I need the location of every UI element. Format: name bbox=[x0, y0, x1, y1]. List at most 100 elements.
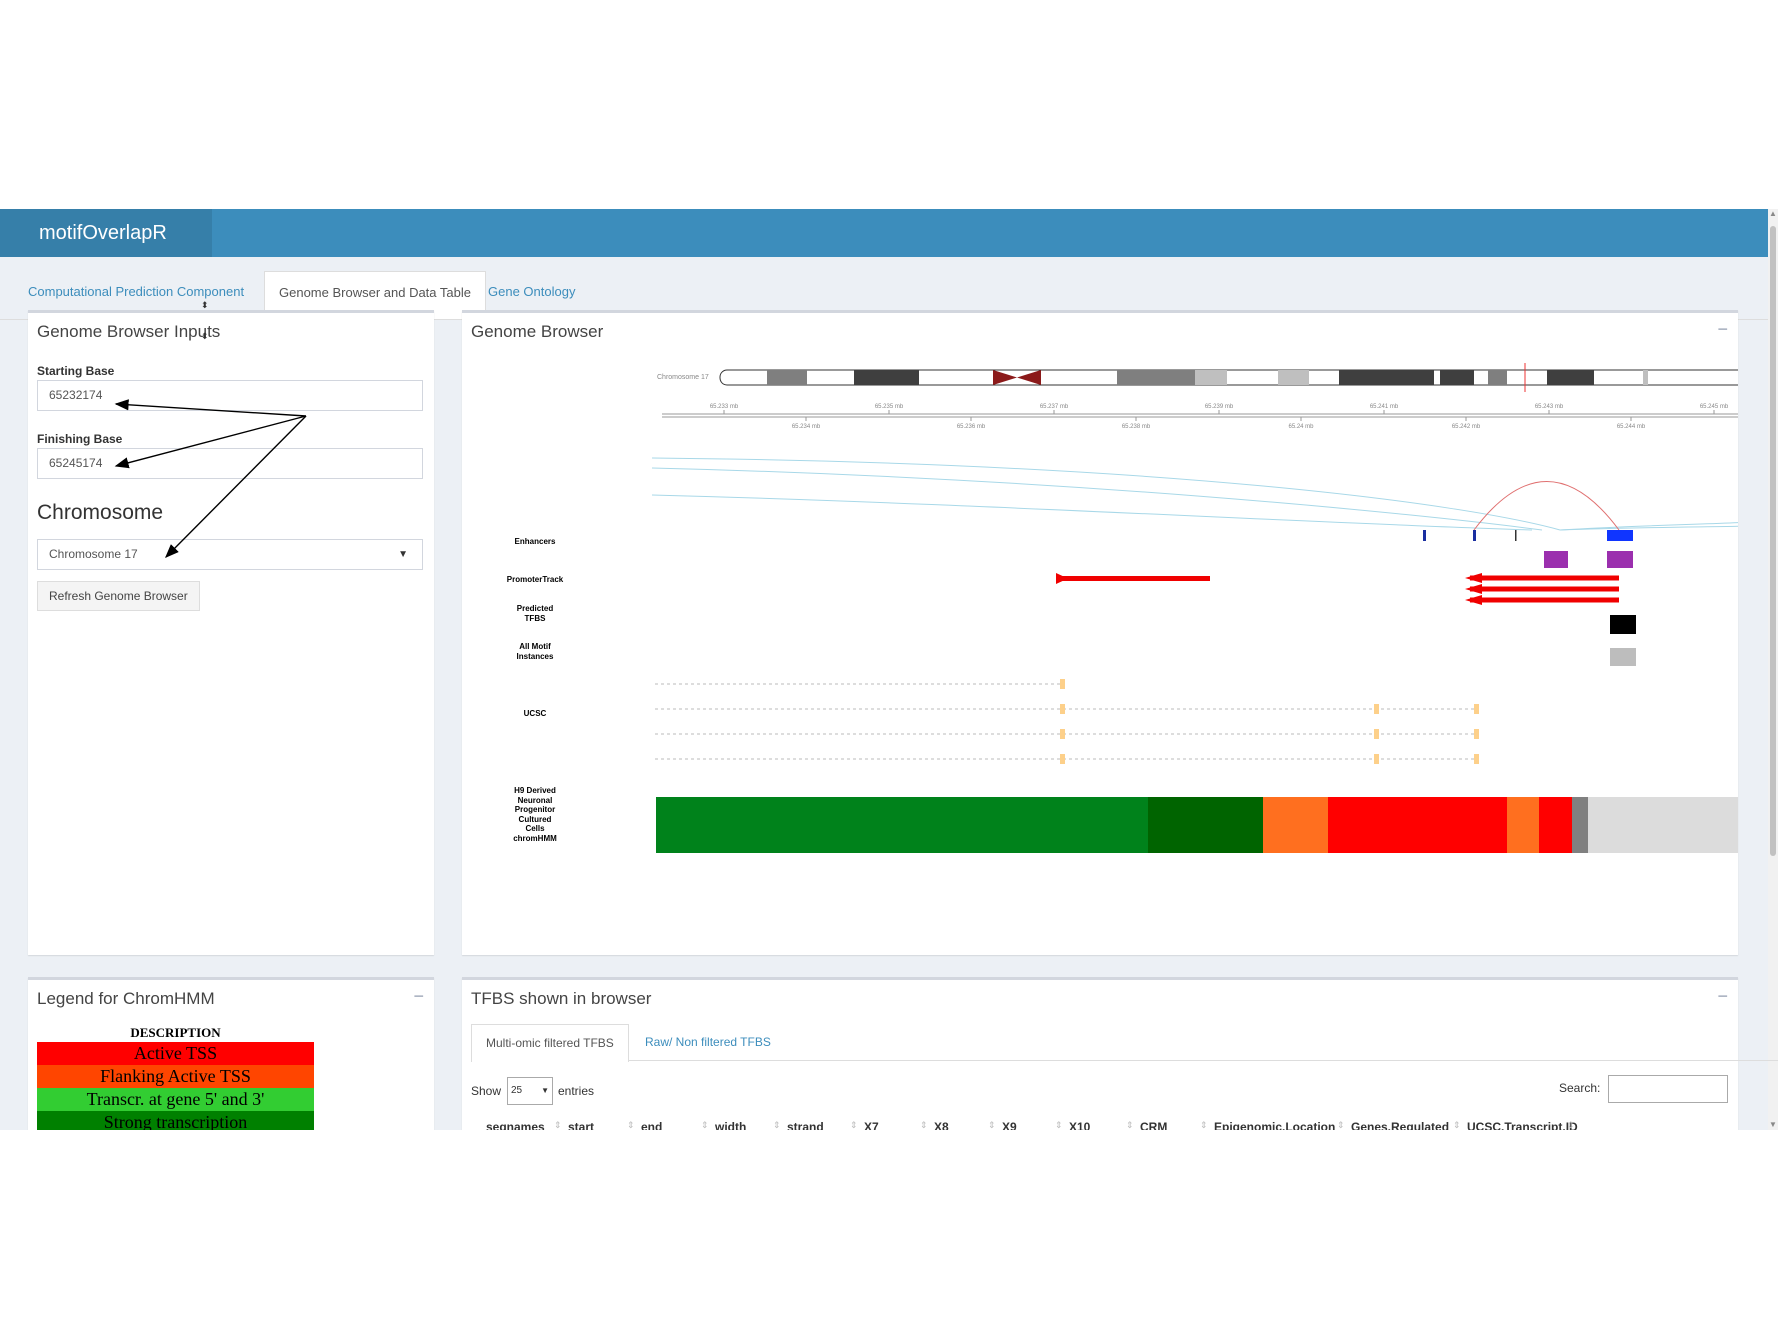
interaction-arc bbox=[651, 494, 1533, 531]
ideogram-band bbox=[1488, 370, 1507, 385]
ucsc-exon bbox=[1060, 704, 1065, 714]
tfbs-collapse-button[interactable]: − bbox=[1717, 986, 1728, 1007]
all-motif-feature bbox=[1610, 648, 1636, 666]
chromhmm-segment bbox=[1148, 797, 1263, 853]
column-header-start[interactable]: start bbox=[568, 1120, 594, 1130]
promoter-feature bbox=[1470, 597, 1619, 603]
arrow-to-starting-base bbox=[114, 399, 307, 417]
ucsc-exon bbox=[1374, 704, 1379, 714]
sort-icon[interactable]: ⇕ bbox=[850, 1120, 858, 1130]
enhancer-feature bbox=[1544, 551, 1568, 568]
sort-icon[interactable]: ⇕ bbox=[773, 1120, 781, 1130]
ideogram-band bbox=[1117, 370, 1195, 385]
column-header-end[interactable]: end bbox=[641, 1120, 662, 1130]
ideogram-band bbox=[1195, 370, 1227, 385]
column-header-x8[interactable]: X8 bbox=[934, 1120, 949, 1130]
column-header-x9[interactable]: X9 bbox=[1002, 1120, 1017, 1130]
axis-tick-label: 65.236 mb bbox=[957, 424, 986, 430]
scroll-up-arrow[interactable]: ▲ bbox=[1769, 209, 1777, 219]
interaction-arc bbox=[1559, 525, 1738, 531]
sort-icon[interactable]: ⇕ bbox=[988, 1120, 996, 1130]
track-label-chromhmm: H9 Derived Neuronal Progenitor Cultured … bbox=[479, 786, 591, 843]
chromhmm-segment bbox=[1572, 797, 1588, 853]
axis-tick-label: 65.242 mb bbox=[1452, 424, 1481, 430]
column-header-seqnames[interactable]: seqnames bbox=[486, 1120, 545, 1130]
subtab-multi-omic[interactable]: Multi-omic filtered TFBS bbox=[471, 1024, 629, 1062]
chromhmm-legend-table: DESCRIPTION Active TSS Flanking Active T… bbox=[37, 1024, 314, 1130]
legend-row-flanking-tss: Flanking Active TSS bbox=[37, 1065, 314, 1088]
anchor-mark bbox=[1607, 530, 1633, 541]
sort-icon[interactable]: ⇕ bbox=[1055, 1120, 1063, 1130]
ucsc-exon bbox=[1474, 729, 1479, 739]
sort-icon[interactable]: ⇕ bbox=[1453, 1120, 1461, 1130]
axis-tick-label: 65.241 mb bbox=[1370, 404, 1399, 410]
sort-icon[interactable]: ⇕ bbox=[1200, 1120, 1208, 1130]
chromhmm-segment bbox=[1588, 797, 1738, 853]
track-label-predicted-tfbs-text: Predicted TFBS bbox=[516, 604, 554, 623]
legend-header: DESCRIPTION bbox=[130, 1025, 221, 1040]
ideogram-band bbox=[1440, 370, 1474, 385]
subtab-raw-tfbs[interactable]: Raw/ Non filtered TFBS bbox=[631, 1024, 785, 1060]
arrow-to-chromosome bbox=[165, 415, 307, 558]
track-label-promoter: PromoterTrack bbox=[506, 575, 564, 584]
chromhmm-segment bbox=[656, 797, 1148, 853]
ideogram-band bbox=[1278, 370, 1309, 385]
tfbs-box-title: TFBS shown in browser bbox=[471, 989, 652, 1008]
column-header-ucsc-transcript-id[interactable]: UCSC.Transcript.ID bbox=[1467, 1120, 1578, 1130]
anchor-mark bbox=[1423, 530, 1426, 541]
legend-box-title: Legend for ChromHMM bbox=[37, 989, 215, 1008]
scrollbar-thumb[interactable] bbox=[1770, 226, 1776, 856]
page-scrollbar[interactable]: ▲ ▼ bbox=[1768, 209, 1778, 1130]
legend-row-transcr-gene: Transcr. at gene 5' and 3' bbox=[37, 1088, 314, 1111]
ideogram-label: Chromosome 17 bbox=[657, 374, 709, 381]
tab-computational-prediction[interactable]: Computational Prediction Component bbox=[14, 271, 258, 313]
axis-tick-label: 65.234 mb bbox=[792, 424, 821, 430]
anchor-mark bbox=[1473, 530, 1476, 541]
axis-tick-label: 65.238 mb bbox=[1122, 424, 1151, 430]
column-header-genes-regulated[interactable]: Genes.Regulated bbox=[1351, 1120, 1449, 1130]
interaction-arc bbox=[651, 457, 1561, 531]
ideogram-band bbox=[1643, 370, 1648, 385]
tfbs-table-box: TFBS shown in browser − Multi-omic filte… bbox=[462, 977, 1778, 1130]
refresh-genome-browser-button[interactable]: Refresh Genome Browser bbox=[37, 581, 200, 611]
sort-icon[interactable]: ⇕ bbox=[1567, 1120, 1575, 1130]
browser-tracks bbox=[655, 551, 1738, 853]
legend-row-strong-transcription: Strong transcription bbox=[37, 1111, 314, 1130]
axis-tick-label: 65.235 mb bbox=[875, 404, 904, 410]
app-brand[interactable]: motifOverlapR bbox=[0, 209, 212, 257]
column-header-x7[interactable]: X7 bbox=[864, 1120, 879, 1130]
column-header-crm[interactable]: CRM bbox=[1140, 1120, 1167, 1130]
column-header-x10[interactable]: X10 bbox=[1069, 1120, 1090, 1130]
track-label-chromhmm-text: H9 Derived Neuronal Progenitor Cultured … bbox=[513, 786, 557, 843]
axis-tick-label: 65.233 mb bbox=[710, 404, 739, 410]
tab-gene-ontology[interactable]: Gene Ontology bbox=[474, 271, 589, 313]
axis-tick-label: 65.244 mb bbox=[1617, 424, 1646, 430]
sort-icon[interactable]: ⇕ bbox=[1126, 1120, 1134, 1130]
legend-row-active-tss: Active TSS bbox=[37, 1042, 314, 1065]
sort-icon[interactable]: ⇕ bbox=[1337, 1120, 1345, 1130]
promoter-arrow bbox=[1056, 573, 1068, 584]
column-header-width[interactable]: width bbox=[715, 1120, 746, 1130]
promoter-arrow bbox=[1465, 595, 1482, 605]
sort-icon[interactable]: ⇕ bbox=[554, 1120, 562, 1130]
promoter-arrow bbox=[1465, 573, 1482, 583]
sort-icon[interactable]: ⇕ bbox=[701, 1120, 709, 1130]
column-header-epigenomic-location[interactable]: Epigenomic.Location bbox=[1214, 1120, 1335, 1130]
genome-browser-box: Genome Browser − Chromosome 17 65.233 mb… bbox=[462, 310, 1738, 955]
sort-icon[interactable]: ⇕ bbox=[920, 1120, 928, 1130]
search-input[interactable] bbox=[1608, 1075, 1728, 1103]
ucsc-exon bbox=[1374, 729, 1379, 739]
sort-icon[interactable]: ⇕ bbox=[627, 1120, 635, 1130]
entries-select[interactable]: 25 ▼ bbox=[507, 1077, 553, 1105]
genome-browser-inputs-box: Genome Browser Inputs ⬍ Starting Base 65… bbox=[28, 310, 434, 955]
column-header-strand[interactable]: strand bbox=[787, 1120, 824, 1130]
chromhmm-legend-box: Legend for ChromHMM − DESCRIPTION Active… bbox=[28, 977, 434, 1130]
enhancer-feature bbox=[1607, 551, 1633, 568]
axis-tick-label: 65.24 mb bbox=[1288, 424, 1314, 430]
legend-collapse-button[interactable]: − bbox=[413, 986, 424, 1007]
axis-tick-label: 65.243 mb bbox=[1535, 404, 1564, 410]
scroll-down-arrow[interactable]: ▼ bbox=[1769, 1120, 1777, 1130]
track-label-ucsc: UCSC bbox=[523, 709, 547, 718]
app-window: motifOverlapR ▲ ▼ Computational Predicti… bbox=[0, 209, 1778, 1130]
annotation-arrows bbox=[114, 399, 307, 558]
